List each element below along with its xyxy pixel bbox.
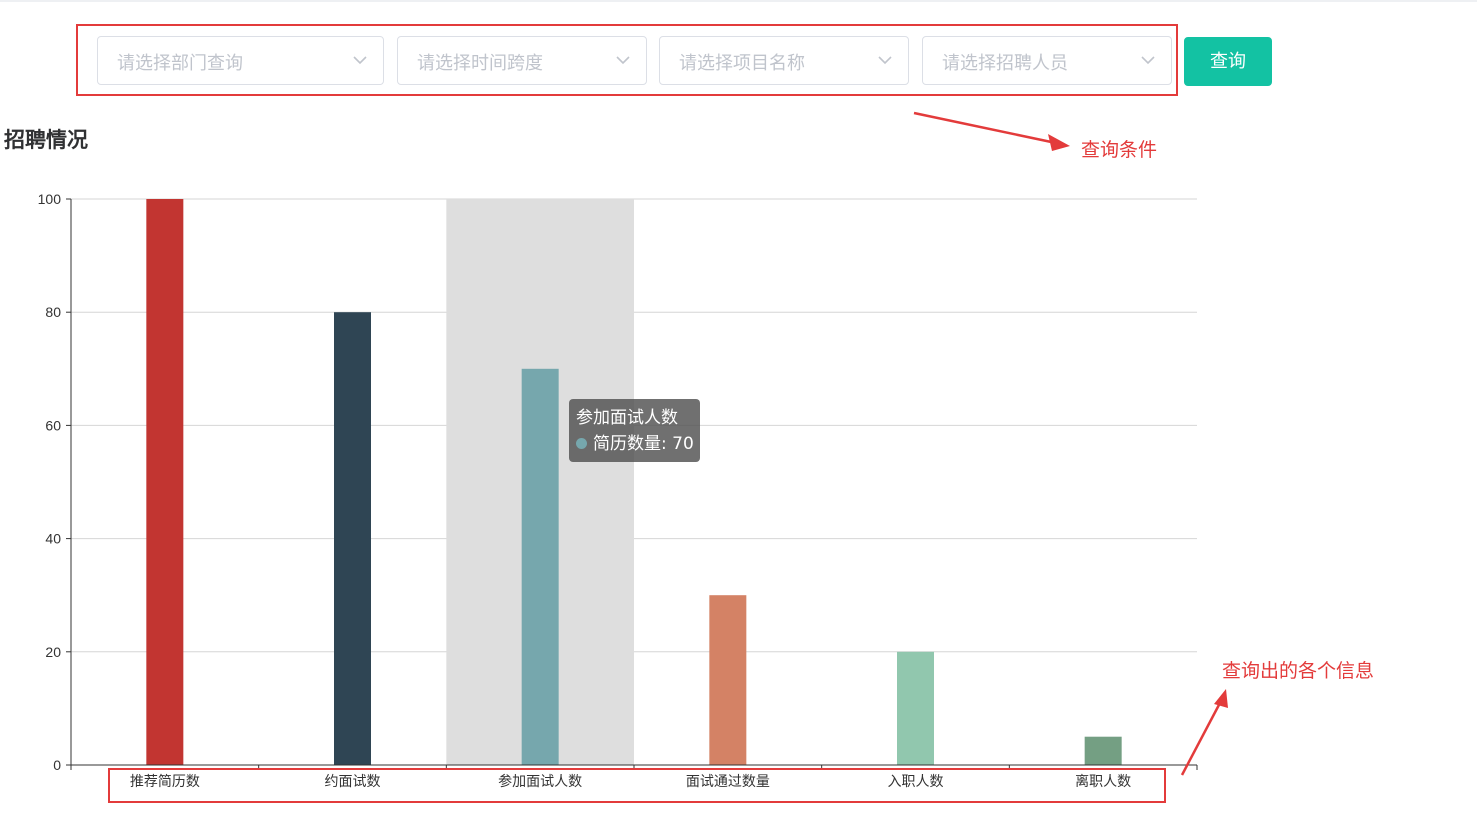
bar-5 <box>897 651 934 765</box>
y-tick-label: 100 <box>38 191 62 207</box>
y-tick-label: 0 <box>53 757 61 773</box>
arrowhead-query-results <box>1214 689 1228 708</box>
y-tick-label: 40 <box>45 531 61 547</box>
y-tick-label: 80 <box>45 304 61 320</box>
tooltip-row: 简历数量: 70 <box>576 431 694 457</box>
tooltip-title: 参加面试人数 <box>576 408 678 428</box>
y-tick-label: 60 <box>45 417 61 433</box>
bar-4 <box>709 595 747 765</box>
bar-6 <box>1084 736 1122 765</box>
annotation-arrows <box>913 111 1228 776</box>
tooltip-series-label: 简历数量 <box>593 434 661 454</box>
bar-1 <box>146 199 184 765</box>
tooltip-separator: : <box>661 434 673 454</box>
tooltip-value: 70 <box>672 434 694 454</box>
arrowhead-query-conditions <box>1048 134 1070 151</box>
y-tick-label: 20 <box>45 644 61 660</box>
arrow-to-query-conditions <box>913 111 1057 145</box>
bar-2 <box>334 312 371 765</box>
chart-tooltip: 参加面试人数 简历数量: 70 <box>569 399 700 462</box>
series-dot-icon <box>576 438 587 449</box>
recruitment-bar-chart: 020406080100推荐简历数 约面试数 参加面试人数 面试通过数量 入职人数 离职人… <box>38 111 1228 790</box>
bar-3 <box>521 368 559 765</box>
query-results-highlight-box <box>108 768 1166 803</box>
arrow-to-query-results <box>1180 700 1223 776</box>
